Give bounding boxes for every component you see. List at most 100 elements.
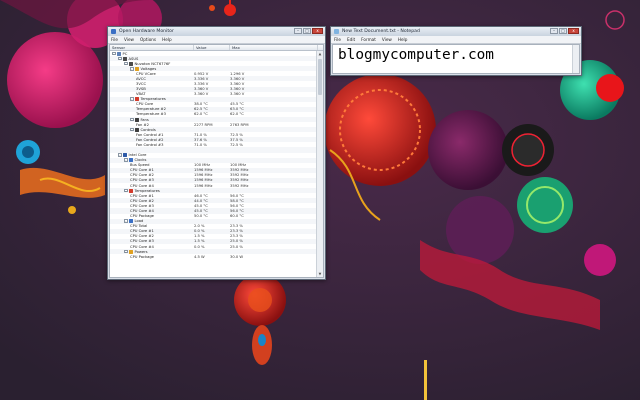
sensor-value: 1596 MHz <box>194 178 213 183</box>
notepad-menu-edit[interactable]: Edit <box>347 37 355 42</box>
sensor-max: 23.3 % <box>230 229 243 234</box>
cpu-icon <box>123 153 127 158</box>
column-max[interactable]: Max <box>230 45 318 50</box>
sensor-name-cell: - Nuvoton NCT6776F <box>110 61 194 66</box>
sensor-name-cell: - PC <box>110 51 194 56</box>
sensor-label: CPU Core #4 <box>130 183 154 188</box>
sensor-max: 72.5 % <box>230 132 243 137</box>
hardware-monitor-titlebar[interactable]: Open Hardware Monitor – □ x <box>108 27 325 36</box>
notepad-menu-file[interactable]: File <box>334 37 341 42</box>
sensor-label: Temperatures <box>140 97 166 102</box>
close-button[interactable]: x <box>312 28 323 34</box>
menu-help[interactable]: Help <box>162 37 172 42</box>
sensor-max: 45.5 °C <box>230 102 244 107</box>
notepad-window[interactable]: New Text Document.txt - Notepad – □ x Fi… <box>330 26 582 76</box>
sensor-label: CPU Core #1 <box>130 193 154 198</box>
sensor-label: Temperature #3 <box>136 112 166 117</box>
minimize-button[interactable]: – <box>294 28 302 34</box>
expand-collapse-icon[interactable]: - <box>124 219 128 223</box>
sensor-max: 56.0 °C <box>230 193 244 198</box>
sensor-label: ASUS <box>128 56 139 61</box>
sensor-value: 2.0 % <box>194 224 205 229</box>
sensor-label: Controls <box>140 127 156 132</box>
maximize-button[interactable]: □ <box>303 28 311 34</box>
sensor-max: 56.0 °C <box>230 208 244 213</box>
sensor-name-cell: CPU Total <box>110 224 194 228</box>
sensor-name-cell: CPU Core #3 <box>110 178 194 182</box>
sensor-max: 62.0 °C <box>230 112 244 117</box>
expand-collapse-icon[interactable]: - <box>124 158 128 162</box>
sensor-name-cell: 3VSB <box>110 87 194 91</box>
chip-icon <box>129 61 133 66</box>
sensor-label: Fan Control #1 <box>136 132 164 137</box>
column-value[interactable]: Value <box>194 45 230 50</box>
sensor-label: Clocks <box>134 158 147 163</box>
sensor-value: 50.0 °C <box>194 214 208 219</box>
sensor-row[interactable]: CPU Package 4.5 W 30.0 W <box>110 254 316 259</box>
expand-collapse-icon[interactable]: - <box>130 127 134 132</box>
sensor-value: 45.0 °C <box>194 203 208 208</box>
sensor-label: Fans <box>140 117 149 122</box>
notepad-scrollbar[interactable] <box>572 45 579 73</box>
expand-collapse-icon[interactable]: - <box>112 51 116 56</box>
thermometer-icon <box>135 97 139 102</box>
sensor-name-cell: VBAT <box>110 92 194 96</box>
sensor-value: 62.0 °C <box>194 112 208 117</box>
vertical-scrollbar[interactable]: ▲ ▼ <box>316 51 323 277</box>
sensor-name-cell: Temperature #2 <box>110 107 194 111</box>
sensor-label: Load <box>134 219 144 224</box>
sensor-name-cell: CPU Package <box>110 214 194 218</box>
sensor-value: 1.5 % <box>194 234 205 239</box>
menu-view[interactable]: View <box>124 37 134 42</box>
notepad-title: New Text Document.txt - Notepad <box>342 29 420 34</box>
voltage-icon <box>135 66 139 71</box>
sensor-label: Fan Control #2 <box>136 137 164 142</box>
sensor-label: CPU Core #3 <box>130 239 154 244</box>
sensor-name-cell: CPU Core #1 <box>110 194 194 198</box>
sensor-name-cell: CPU Core #2 <box>110 199 194 203</box>
sensor-value: 1.5 % <box>194 239 205 244</box>
sensor-name-cell: CPU Package <box>110 255 194 259</box>
scrollbar-thumb[interactable] <box>318 59 322 95</box>
power-icon <box>129 249 133 254</box>
sensor-label: Voltages <box>140 66 157 71</box>
expand-collapse-icon[interactable]: - <box>130 97 134 101</box>
expand-collapse-icon[interactable]: - <box>118 56 122 61</box>
sensor-label: PC <box>122 51 128 56</box>
expand-collapse-icon[interactable]: - <box>130 117 134 122</box>
expand-collapse-icon[interactable]: - <box>130 67 134 71</box>
sensor-label: CPU Core #2 <box>130 173 154 178</box>
column-sensor[interactable]: Sensor <box>110 45 194 50</box>
notepad-minimize-button[interactable]: – <box>550 28 558 34</box>
sensor-label: AVCC <box>136 76 146 81</box>
sensor-max: 37.5 % <box>230 137 243 142</box>
scroll-down-arrow[interactable]: ▼ <box>317 271 323 277</box>
sensor-max: 60.0 °C <box>230 214 244 219</box>
notepad-maximize-button[interactable]: □ <box>559 28 567 34</box>
menu-file[interactable]: File <box>111 37 118 42</box>
notepad-close-button[interactable]: x <box>568 28 579 34</box>
sensor-max: 25.0 % <box>230 239 243 244</box>
notepad-menu-view[interactable]: View <box>382 37 392 42</box>
sensor-label: CPU Package <box>130 214 154 219</box>
scroll-up-arrow[interactable]: ▲ <box>317 51 323 57</box>
expand-collapse-icon[interactable]: - <box>124 249 128 254</box>
sensor-max: 3592 MHz <box>230 178 249 183</box>
notepad-titlebar[interactable]: New Text Document.txt - Notepad – □ x <box>331 27 581 36</box>
sensor-max: 23.3 % <box>230 234 243 239</box>
expand-collapse-icon[interactable]: - <box>124 61 128 66</box>
expand-collapse-icon[interactable]: - <box>124 188 128 193</box>
sensor-value: 4.5 W <box>194 254 205 259</box>
sensor-value: 37.6 % <box>194 137 207 142</box>
expand-collapse-icon[interactable]: - <box>118 153 122 157</box>
sensor-label: Intel Core <box>128 153 147 158</box>
sensor-name-cell: - Controls <box>110 127 194 132</box>
notepad-menu-format[interactable]: Format <box>361 37 376 42</box>
sensor-value: 44.0 °C <box>194 198 208 203</box>
notepad-menu-help[interactable]: Help <box>398 37 408 42</box>
hardware-monitor-window[interactable]: Open Hardware Monitor – □ x File View Op… <box>107 26 326 280</box>
notepad-text-area[interactable]: blogmycomputer.com <box>332 44 580 74</box>
sensor-tree-view[interactable]: Sensor Value Max - PC - ASUS - Nuvoton NCT677… <box>109 44 324 278</box>
menu-options[interactable]: Options <box>140 37 156 42</box>
sensor-label: Fan #2 <box>136 122 149 127</box>
